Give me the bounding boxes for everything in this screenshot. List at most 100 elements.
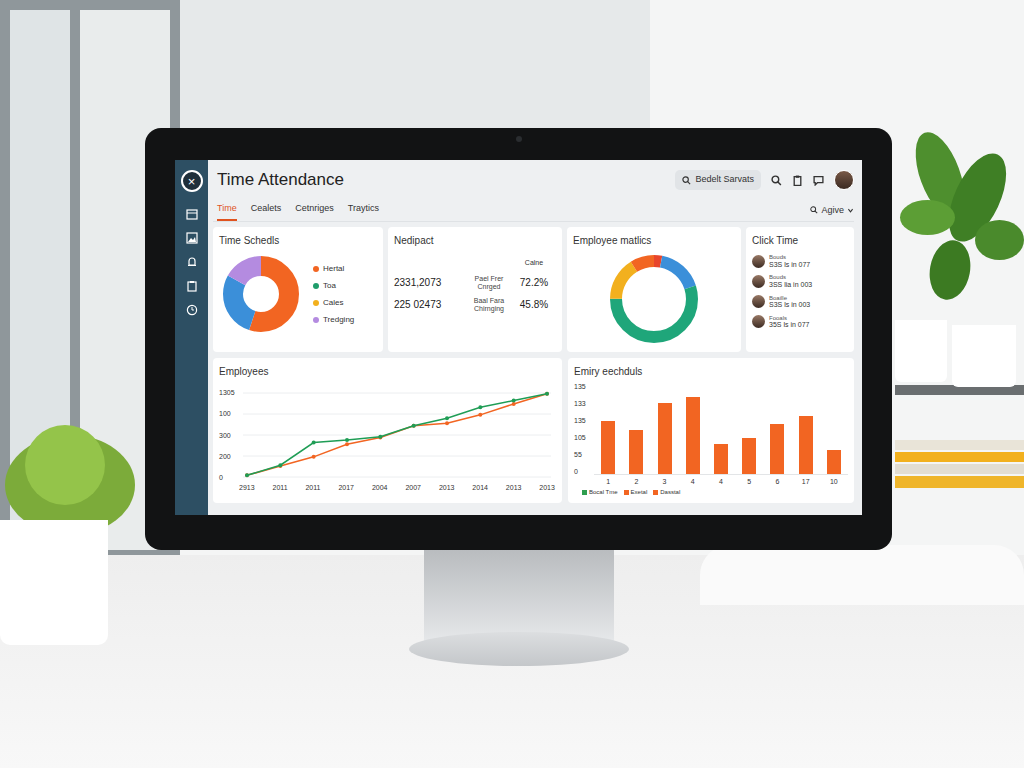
table-row: 225 02473Baal Fara Chirnging45.8% xyxy=(394,297,556,313)
bar[interactable] xyxy=(799,416,813,474)
donut-segment xyxy=(233,266,289,322)
search-box[interactable]: Bedelt Sarvats xyxy=(675,170,761,190)
data-point xyxy=(545,392,549,396)
table-header: Calne xyxy=(394,258,556,269)
tab-row: Time Cealets Cetnriges Traytics Agive xyxy=(213,200,854,222)
row-label: Baal Fara Chirnging xyxy=(466,297,512,313)
data-point xyxy=(245,473,249,477)
legend-label: Toa xyxy=(323,280,336,292)
legend-label: Dasstal xyxy=(660,489,680,495)
y-tick: 0 xyxy=(574,468,594,475)
filter-label: Agive xyxy=(821,204,844,218)
bar[interactable] xyxy=(770,424,784,474)
chart-row: Employees1305100300200029132011201120172… xyxy=(213,358,854,503)
donut-chart xyxy=(219,252,303,336)
y-tick: 55 xyxy=(574,451,594,458)
bar[interactable] xyxy=(742,438,756,474)
clock-icon[interactable] xyxy=(186,304,198,316)
x-label: 3 xyxy=(650,478,678,485)
legend-label: Hertal xyxy=(323,263,344,275)
data-point xyxy=(312,455,316,459)
legend: HertalToaCalesTredging xyxy=(313,263,354,326)
entry-name: Fooals xyxy=(769,315,809,322)
table-row: 2331,2073Pael Frer Cnrged72.2% xyxy=(394,275,556,291)
bar[interactable] xyxy=(827,450,841,474)
donut-segment xyxy=(616,261,692,337)
chair xyxy=(700,545,1024,605)
entry-name: Bouds xyxy=(769,274,812,281)
legend-label: Cales xyxy=(323,297,343,309)
x-axis: 2913201120112017200420072013201420132013 xyxy=(239,484,555,491)
legend-dot xyxy=(313,266,319,272)
x-label: 2013 xyxy=(539,484,555,491)
bell-icon[interactable] xyxy=(186,256,198,268)
close-button[interactable]: × xyxy=(181,170,203,192)
y-tick: 105 xyxy=(574,434,594,441)
clock-entry[interactable]: BoailleS3S ls in 003 xyxy=(752,295,848,309)
spacer xyxy=(466,258,512,269)
row-value: 2331,2073 xyxy=(394,275,466,290)
monitor: × Time Attendance Bedelt Sarvats xyxy=(145,0,892,666)
x-label: 5 xyxy=(735,478,763,485)
camera xyxy=(516,136,522,142)
chat-icon[interactable] xyxy=(813,175,824,186)
calendar-icon[interactable] xyxy=(186,208,198,220)
filter-dropdown[interactable]: Agive xyxy=(810,204,854,222)
books xyxy=(895,440,1024,510)
x-label: 6 xyxy=(763,478,791,485)
grid-line xyxy=(243,393,551,394)
donut-segment xyxy=(233,266,289,322)
image-icon[interactable] xyxy=(186,232,198,244)
user-avatar[interactable] xyxy=(834,170,854,190)
clipboard-icon[interactable] xyxy=(186,280,198,292)
x-label: 2017 xyxy=(338,484,354,491)
x-label: 2011 xyxy=(272,484,287,491)
search-icon xyxy=(810,206,818,214)
clock-entry[interactable]: BoudsS3S ls in 077 xyxy=(752,254,848,268)
bar[interactable] xyxy=(629,430,643,474)
data-point xyxy=(545,392,549,396)
tab[interactable]: Cetnriges xyxy=(295,202,334,222)
tab[interactable]: Cealets xyxy=(251,202,282,222)
x-label: 10 xyxy=(820,478,848,485)
donut-segment xyxy=(616,261,692,337)
legend-label: Exetal xyxy=(631,489,648,495)
data-point xyxy=(345,438,349,442)
row-value: 225 02473 xyxy=(394,297,466,312)
entry-name: Boaille xyxy=(769,295,810,302)
clock-entry[interactable]: Fooals35S ls in 077 xyxy=(752,315,848,329)
bar-column xyxy=(622,383,650,474)
entry-detail: 3SS lia in 003 xyxy=(769,281,812,289)
tab[interactable]: Traytics xyxy=(348,202,379,222)
y-axis: 13051003002000 xyxy=(219,389,243,481)
window-top xyxy=(180,0,650,130)
y-tick: 135 xyxy=(574,417,594,424)
search-icon[interactable] xyxy=(771,175,782,186)
bar[interactable] xyxy=(658,403,672,474)
row-percent: 45.8% xyxy=(512,297,556,312)
right-plant xyxy=(900,130,1024,330)
entry-text: Bouds3SS lia in 003 xyxy=(769,274,812,288)
data-point xyxy=(445,416,449,420)
pot xyxy=(952,325,1016,387)
bar[interactable] xyxy=(714,444,728,474)
monitor-stand xyxy=(424,550,614,642)
x-label: 2913 xyxy=(239,484,255,491)
donut-segment xyxy=(616,261,692,337)
row-percent: 72.2% xyxy=(512,275,556,290)
chart-body xyxy=(573,252,735,346)
bar[interactable] xyxy=(686,397,700,474)
x-label: 2004 xyxy=(372,484,388,491)
tab[interactable]: Time xyxy=(217,202,237,222)
x-label: 2013 xyxy=(439,484,455,491)
pot xyxy=(0,520,108,645)
bar[interactable] xyxy=(601,421,615,474)
y-tick: 133 xyxy=(574,400,594,407)
clock-entry[interactable]: Bouds3SS lia in 003 xyxy=(752,274,848,288)
data-point xyxy=(378,436,382,440)
y-tick: 300 xyxy=(219,432,243,439)
legend-swatch xyxy=(653,490,658,495)
clipboard-icon[interactable] xyxy=(792,175,803,186)
clock-time-card: Click TimeBoudsS3S ls in 077Bouds3SS lia… xyxy=(746,227,854,352)
y-axis: 135133135105550 xyxy=(574,383,594,475)
